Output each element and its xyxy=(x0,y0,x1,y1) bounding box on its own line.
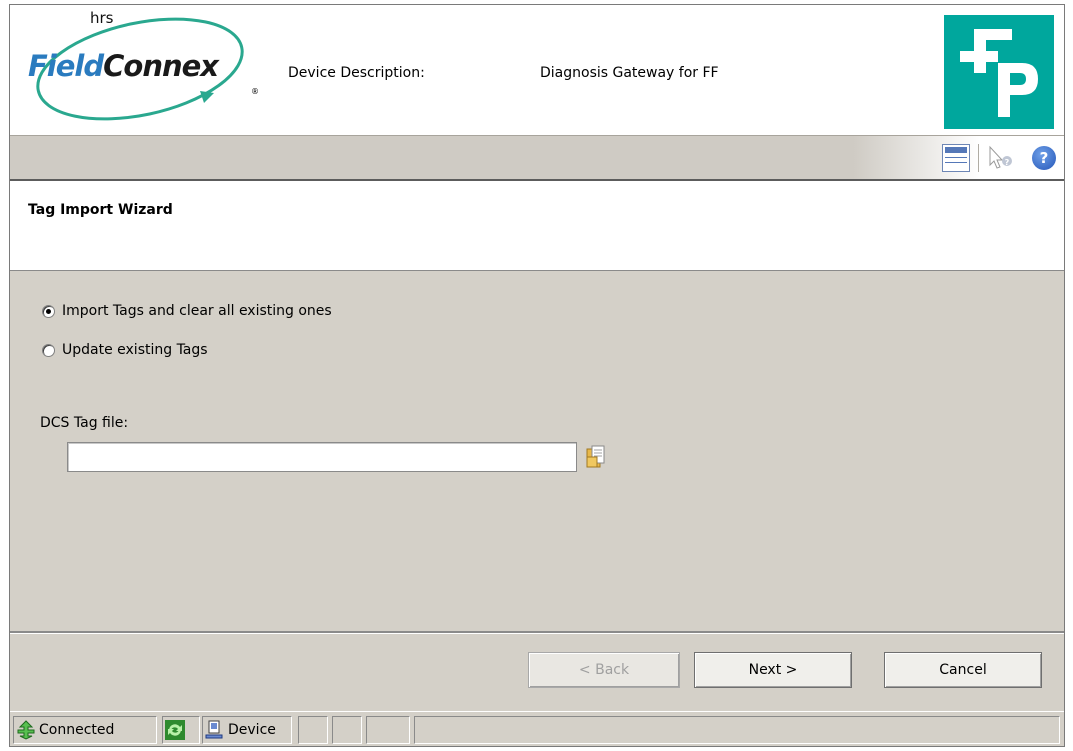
refresh-status[interactable] xyxy=(162,716,200,744)
option-update-existing-label: Update existing Tags xyxy=(62,342,208,358)
device-glyph xyxy=(205,720,223,739)
option-import-clear-label: Import Tags and clear all existing ones xyxy=(62,303,332,319)
device-icon xyxy=(205,720,225,740)
status-bar: Connected Device xyxy=(10,711,1064,746)
refresh-glyph xyxy=(165,720,185,740)
logo-mark: hrs xyxy=(90,9,114,27)
status-panel-empty xyxy=(298,716,328,744)
browse-file-icon[interactable] xyxy=(586,445,606,469)
fieldconnex-logo: hrs FieldConnex ® xyxy=(22,9,262,131)
radio-update-existing[interactable] xyxy=(42,343,55,357)
option-import-clear[interactable]: Import Tags and clear all existing ones xyxy=(42,303,332,319)
wizard-header: Tag Import Wizard xyxy=(10,181,1064,271)
app-window: hrs FieldConnex ® Device Description: Di… xyxy=(9,4,1065,747)
pepperl-fuchs-logo xyxy=(944,15,1054,129)
wizard-title: Tag Import Wizard xyxy=(28,202,173,218)
whats-this-glyph: ? xyxy=(989,145,1012,169)
logo-text-connex: Connex xyxy=(103,49,219,83)
connected-icon xyxy=(16,720,36,740)
back-button[interactable]: < Back xyxy=(528,652,680,688)
device-status[interactable]: Device xyxy=(202,716,292,744)
connection-status-label: Connected xyxy=(39,722,115,738)
device-description-label: Device Description: xyxy=(288,65,425,81)
status-panel-empty xyxy=(366,716,410,744)
help-icon[interactable]: ? xyxy=(1032,146,1056,170)
toolbar: ? ? xyxy=(10,135,1064,181)
nav-separator xyxy=(10,631,1064,634)
logo-text-field: Field xyxy=(28,49,104,83)
status-panel-empty xyxy=(332,716,362,744)
header: hrs FieldConnex ® Device Description: Di… xyxy=(10,5,1064,135)
device-description-value: Diagnosis Gateway for FF xyxy=(540,65,719,81)
next-button[interactable]: Next > xyxy=(694,652,852,688)
svg-text:?: ? xyxy=(1005,158,1010,167)
toolbar-separator xyxy=(978,144,979,172)
cancel-button[interactable]: Cancel xyxy=(884,652,1042,688)
refresh-icon xyxy=(165,720,185,740)
radio-import-clear[interactable] xyxy=(42,304,55,318)
dcs-tag-file-input[interactable] xyxy=(67,442,577,472)
folder-document-glyph xyxy=(586,445,605,468)
status-panel-empty xyxy=(414,716,1060,744)
logo-text: FieldConnex xyxy=(28,49,219,83)
connected-glyph xyxy=(17,720,35,740)
option-update-existing[interactable]: Update existing Tags xyxy=(42,342,208,358)
registered-mark: ® xyxy=(251,87,259,96)
dcs-tag-file-label: DCS Tag file: xyxy=(40,415,129,431)
whats-this-icon[interactable]: ? xyxy=(986,144,1014,172)
device-status-label: Device xyxy=(228,722,276,738)
connection-status: Connected xyxy=(13,716,157,744)
window-layout-icon[interactable] xyxy=(942,144,970,172)
pf-logo-mark xyxy=(960,29,1038,117)
